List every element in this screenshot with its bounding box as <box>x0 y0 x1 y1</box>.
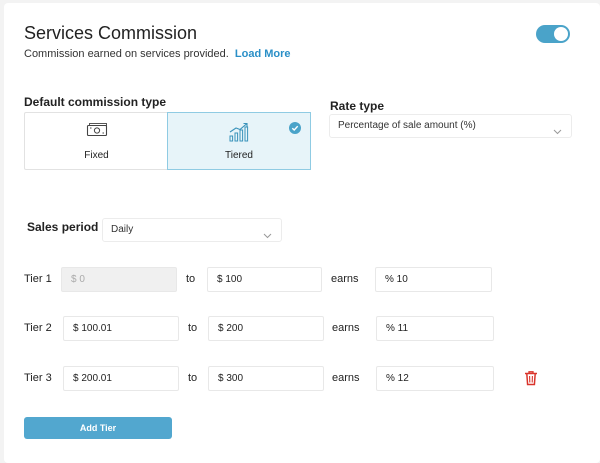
sales-period-value: Daily <box>111 224 134 235</box>
trash-icon[interactable] <box>524 370 538 391</box>
sales-period-label: Sales period <box>27 220 99 234</box>
chevron-down-icon <box>553 122 562 144</box>
commission-toggle[interactable] <box>536 25 570 43</box>
tier-1-from-field: $ 0 <box>61 267 177 292</box>
tier-2-to-text: to <box>188 322 198 334</box>
tier-1-earns-text: earns <box>331 273 359 285</box>
page-subtitle: Commission earned on services provided. … <box>24 48 291 60</box>
tier-3-label: Tier 3 <box>24 372 52 384</box>
tier-1-label: Tier 1 <box>24 273 52 285</box>
tier-3-to-text: to <box>188 372 198 384</box>
rate-type-select[interactable]: Percentage of sale amount (%) <box>329 114 572 138</box>
tier-2-earns-field[interactable]: % 11 <box>376 316 494 341</box>
subtitle-text: Commission earned on services provided. <box>24 48 229 60</box>
tier-1-to-field[interactable]: $ 100 <box>207 267 322 292</box>
rate-type-label: Rate type <box>330 99 385 113</box>
commission-type-fixed[interactable]: Fixed <box>24 112 168 170</box>
rate-type-value: Percentage of sale amount (%) <box>338 120 476 131</box>
chevron-down-icon <box>263 226 272 248</box>
toggle-knob <box>554 27 568 41</box>
tier-1-earns-field[interactable]: % 10 <box>375 267 492 292</box>
cash-icon <box>86 122 108 143</box>
commission-type-tiered[interactable]: Tiered <box>167 112 311 170</box>
commission-type-label: Default commission type <box>24 95 167 109</box>
selected-check-icon <box>289 122 301 134</box>
fixed-label: Fixed <box>84 150 109 161</box>
tiered-label: Tiered <box>225 150 253 161</box>
tier-3-earns-text: earns <box>332 372 360 384</box>
tier-2-earns-text: earns <box>332 322 360 334</box>
page-title: Services Commission <box>24 23 198 43</box>
chart-growth-icon <box>228 122 250 147</box>
tier-1-to-text: to <box>186 273 196 285</box>
tier-2-from-field[interactable]: $ 100.01 <box>63 316 179 341</box>
tier-3-from-field[interactable]: $ 200.01 <box>63 366 179 391</box>
load-more-link[interactable]: Load More <box>235 48 291 60</box>
tier-2-label: Tier 2 <box>24 322 52 334</box>
sales-period-select[interactable]: Daily <box>102 218 282 242</box>
add-tier-button[interactable]: Add Tier <box>24 417 172 439</box>
tier-3-to-field[interactable]: $ 300 <box>208 366 324 391</box>
tier-2-to-field[interactable]: $ 200 <box>208 316 324 341</box>
tier-3-earns-field[interactable]: % 12 <box>376 366 494 391</box>
